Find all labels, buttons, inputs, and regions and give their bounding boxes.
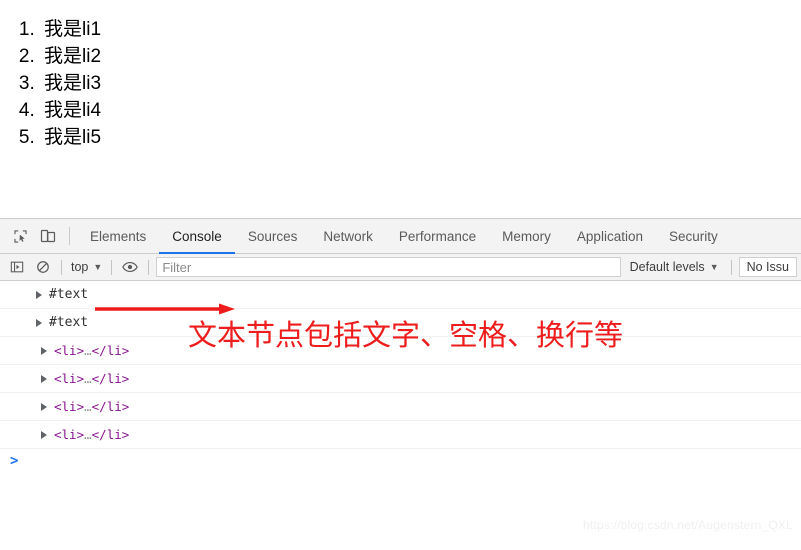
tab-elements[interactable]: Elements (77, 219, 159, 253)
ellipsis: … (84, 427, 92, 442)
eye-glyph (122, 261, 139, 273)
close-tag: </li> (91, 371, 130, 386)
inspect-element-icon[interactable] (6, 219, 34, 253)
log-levels-label: Default levels (629, 260, 705, 274)
device-toolbar-icon[interactable] (34, 219, 62, 253)
list-item: 我是li3 (40, 70, 801, 97)
text-node-label: #text (49, 315, 89, 330)
clear-console-icon[interactable] (30, 255, 56, 279)
live-expression-eye-icon[interactable] (117, 255, 143, 279)
filterbar-divider-3 (148, 259, 150, 275)
filterbar-divider-4 (730, 259, 732, 275)
ordered-list: 我是li1 我是li2 我是li3 我是li4 我是li5 (0, 16, 801, 151)
console-row-text-node-1[interactable]: #text (0, 281, 801, 309)
console-row-li-1[interactable]: <li>… </li> (0, 337, 801, 365)
expand-triangle-icon[interactable] (41, 374, 47, 383)
open-tag: <li> (54, 371, 85, 386)
open-tag: <li> (54, 427, 85, 442)
filterbar-divider (61, 259, 62, 275)
chevron-down-icon: ▼ (93, 261, 103, 272)
close-tag: </li> (91, 343, 130, 358)
watermark: https://blog.csdn.net/Augenstern_QXL (583, 518, 793, 532)
prompt-chevron-icon: > (10, 453, 19, 469)
issues-button[interactable]: No Issu (738, 257, 797, 277)
console-row-li-3[interactable]: <li>… </li> (0, 393, 801, 421)
rendered-page-area: 我是li1 我是li2 我是li3 我是li4 我是li5 (0, 0, 801, 218)
list-item: 我是li1 (40, 16, 801, 43)
close-tag: </li> (91, 399, 130, 414)
devtools-tabbar: Elements Console Sources Network Perform… (0, 219, 801, 254)
devtools-panel: Elements Console Sources Network Perform… (0, 218, 801, 550)
list-item: 我是li4 (40, 97, 801, 124)
ellipsis: … (84, 371, 92, 386)
tab-console[interactable]: Console (159, 219, 235, 254)
tab-application[interactable]: Application (564, 219, 656, 253)
list-item: 我是li5 (40, 124, 801, 151)
text-node-label: #text (49, 287, 89, 302)
clear-console-glyph (37, 261, 49, 273)
ellipsis: … (84, 343, 92, 358)
console-filter-input[interactable]: Filter (156, 257, 621, 277)
tab-memory[interactable]: Memory (489, 219, 564, 253)
expand-triangle-icon[interactable] (36, 290, 42, 299)
console-row-li-4[interactable]: <li>… </li> (0, 421, 801, 449)
console-row-text-node-2[interactable]: #text (0, 309, 801, 337)
filterbar-divider-2 (111, 259, 113, 275)
open-tag: <li> (54, 399, 85, 414)
toolbar-divider (69, 227, 70, 245)
list-item: 我是li2 (40, 43, 801, 70)
tab-network[interactable]: Network (310, 219, 386, 253)
inspect-element-glyph (13, 229, 27, 243)
open-tag: <li> (54, 343, 85, 358)
chevron-down-icon-levels: ▼ (709, 261, 719, 272)
tab-performance[interactable]: Performance (386, 219, 489, 253)
close-tag: </li> (91, 427, 130, 442)
log-levels-selector[interactable]: Default levels ▼ (623, 260, 726, 274)
expand-triangle-icon[interactable] (41, 346, 47, 355)
tab-sources[interactable]: Sources (235, 219, 311, 253)
expand-triangle-icon[interactable] (36, 318, 42, 327)
console-filter-bar: top ▼ Filter Default levels ▼ No Issu (0, 254, 801, 281)
expand-triangle-icon[interactable] (41, 430, 47, 439)
console-output: #text #text <li>… </li> <li>… </li> <li>… <… (0, 281, 801, 549)
tab-security[interactable]: Security (656, 219, 731, 253)
device-toolbar-glyph (40, 229, 56, 243)
ellipsis: … (84, 399, 92, 414)
console-filter-placeholder: Filter (162, 259, 192, 275)
execution-context-selector[interactable]: top ▼ (67, 260, 106, 274)
expand-triangle-icon[interactable] (41, 402, 47, 411)
execution-context-label: top (71, 260, 89, 274)
console-sidebar-icon[interactable] (4, 255, 30, 279)
console-row-li-2[interactable]: <li>… </li> (0, 365, 801, 393)
console-prompt[interactable]: > (0, 449, 801, 473)
console-sidebar-glyph (10, 261, 24, 273)
